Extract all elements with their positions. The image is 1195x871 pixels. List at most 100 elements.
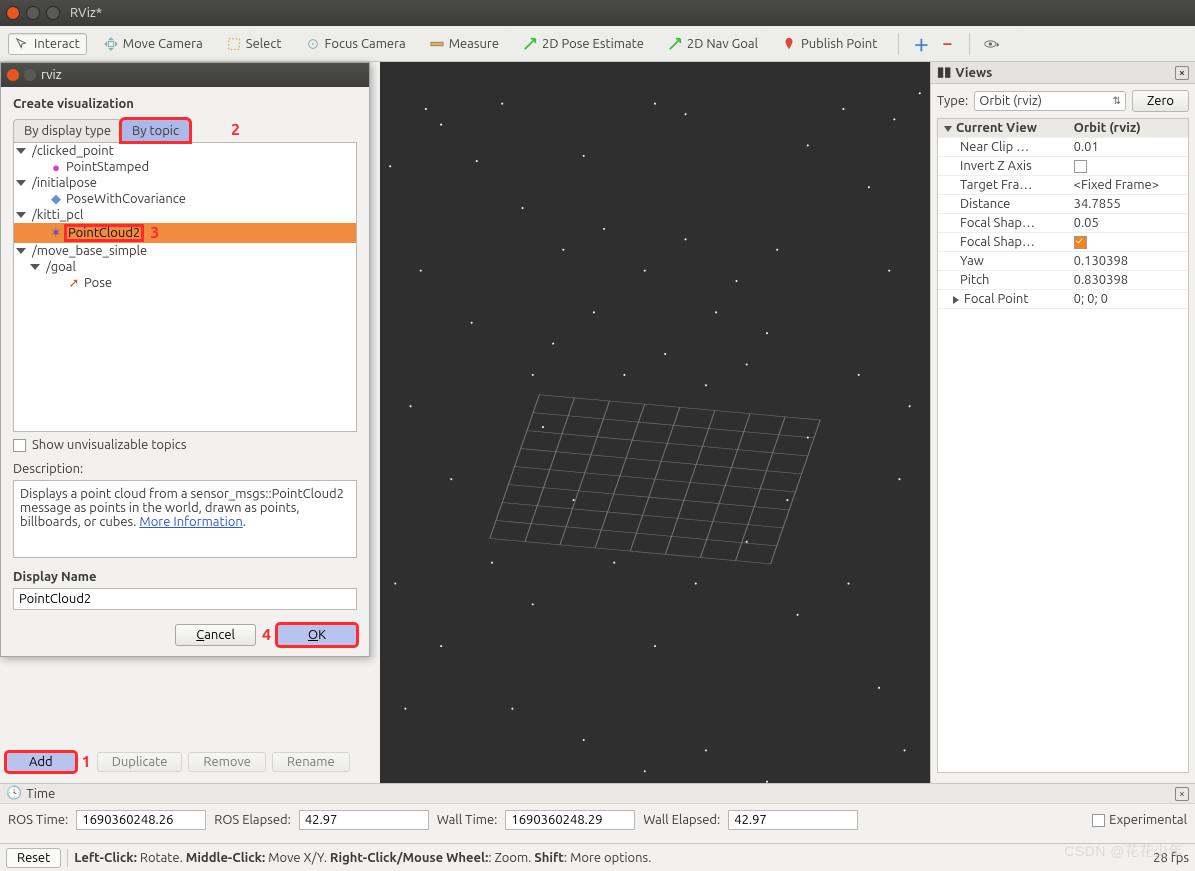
grip-icon: ▮▮ bbox=[937, 65, 951, 80]
arrow-red-icon: ➚ bbox=[68, 277, 80, 289]
tool-label: Measure bbox=[449, 37, 499, 51]
prop-key[interactable]: Focal Shap… bbox=[938, 233, 1068, 252]
tool-label: Focus Camera bbox=[325, 37, 406, 51]
experimental-checkbox[interactable] bbox=[1092, 814, 1105, 827]
rename-button[interactable]: Rename bbox=[272, 752, 350, 772]
tool-publish-point[interactable]: Publish Point bbox=[775, 33, 884, 55]
description-box: Displays a point cloud from a sensor_msg… bbox=[13, 480, 357, 558]
dialog-titlebar[interactable]: rviz bbox=[1, 63, 369, 87]
cancel-button[interactable]: CCancelancel bbox=[175, 624, 256, 646]
zero-button[interactable]: Zero bbox=[1132, 90, 1189, 112]
tool-2d-nav-goal[interactable]: 2D Nav Goal bbox=[661, 33, 765, 55]
checkbox[interactable] bbox=[1074, 236, 1087, 249]
toolbar-separator bbox=[898, 33, 899, 55]
prop-val[interactable]: 34.7855 bbox=[1068, 195, 1188, 214]
prop-key[interactable]: Target Fra… bbox=[938, 176, 1068, 195]
close-icon[interactable]: × bbox=[1175, 66, 1189, 80]
window-titlebar: RViz* bbox=[0, 0, 1195, 26]
tree-item[interactable]: /kitti_pcl bbox=[14, 207, 356, 223]
tree-item-pointcloud2[interactable]: ✶ PointCloud2 3 bbox=[14, 223, 356, 243]
close-icon[interactable]: × bbox=[1175, 787, 1189, 801]
tool-measure[interactable]: Measure bbox=[423, 33, 506, 55]
prop-val[interactable]: <Fixed Frame> bbox=[1068, 176, 1188, 195]
pin-icon bbox=[782, 37, 796, 51]
prop-key[interactable]: Focal Point bbox=[964, 292, 1028, 306]
ok-button[interactable]: OK bbox=[277, 624, 357, 646]
time-panel: 🕓 Time × ROS Time: ROS Elapsed: Wall Tim… bbox=[0, 783, 1195, 843]
3d-viewport[interactable] bbox=[380, 62, 930, 813]
remove-button[interactable]: Remove bbox=[188, 752, 266, 772]
tree-item[interactable]: ➚Pose bbox=[14, 275, 356, 291]
dialog-title: rviz bbox=[41, 68, 62, 82]
select-icon bbox=[227, 37, 241, 51]
prop-key[interactable]: Pitch bbox=[938, 271, 1068, 290]
duplicate-button[interactable]: Duplicate bbox=[97, 752, 183, 772]
views-panel: ▮▮ Views × Type: Orbit (rviz) ⇅ Zero Cur… bbox=[930, 62, 1195, 813]
tool-label: 2D Pose Estimate bbox=[542, 37, 644, 51]
diamond-icon: ◆ bbox=[50, 193, 62, 205]
displays-panel-buttons: Add 1 Duplicate Remove Rename bbox=[6, 752, 350, 772]
topic-tree[interactable]: /clicked_point ●PointStamped /initialpos… bbox=[13, 142, 357, 432]
remove-tool-icon[interactable]: – bbox=[939, 36, 955, 52]
tool-label: Interact bbox=[34, 37, 80, 51]
view-type-select[interactable]: Orbit (rviz) ⇅ bbox=[974, 91, 1126, 111]
tree-item[interactable]: /move_base_simple bbox=[14, 243, 356, 259]
prop-val[interactable]: 0.01 bbox=[1068, 138, 1188, 157]
move-icon bbox=[104, 37, 118, 51]
prop-val[interactable]: 0.130398 bbox=[1068, 252, 1188, 271]
ros-time-input[interactable] bbox=[76, 810, 206, 830]
prop-key[interactable]: Invert Z Axis bbox=[938, 157, 1068, 176]
window-maximize-icon[interactable] bbox=[46, 6, 60, 20]
tree-item[interactable]: /initialpose bbox=[14, 175, 356, 191]
more-info-link[interactable]: More Information bbox=[139, 515, 242, 529]
display-name-input[interactable] bbox=[13, 588, 357, 610]
show-unvisualizable-label: Show unvisualizable topics bbox=[32, 438, 186, 452]
visibility-dropdown-icon[interactable] bbox=[984, 36, 1000, 52]
tab-by-display-type[interactable]: By display type bbox=[13, 119, 122, 142]
prop-val[interactable]: 0.830398 bbox=[1068, 271, 1188, 290]
tree-item[interactable]: ●PointStamped bbox=[14, 159, 356, 175]
prop-key[interactable]: Yaw bbox=[938, 252, 1068, 271]
tree-item[interactable]: /clicked_point bbox=[14, 143, 356, 159]
clock-icon: 🕓 bbox=[6, 786, 22, 801]
window-title: RViz* bbox=[70, 6, 102, 20]
ros-time-label: ROS Time: bbox=[8, 813, 68, 827]
tree-item[interactable]: /goal bbox=[14, 259, 356, 275]
window-minimize-icon[interactable] bbox=[26, 6, 40, 20]
add-tool-icon[interactable]: ＋ bbox=[913, 36, 929, 52]
time-panel-title: Time bbox=[26, 787, 55, 801]
wall-elapsed-input[interactable] bbox=[728, 810, 858, 830]
wall-time-label: Wall Time: bbox=[437, 813, 498, 827]
prop-header-val: Orbit (rviz) bbox=[1068, 119, 1188, 138]
tree-item[interactable]: ◆PoseWithCovariance bbox=[14, 191, 356, 207]
window-close-icon[interactable] bbox=[6, 6, 20, 20]
dialog-close-icon[interactable] bbox=[7, 69, 19, 81]
ros-elapsed-input[interactable] bbox=[299, 810, 429, 830]
cursor-icon bbox=[15, 37, 29, 51]
wall-time-input[interactable] bbox=[505, 810, 635, 830]
arrow-green-icon bbox=[523, 37, 537, 51]
tool-label: Select bbox=[246, 37, 282, 51]
tool-interact[interactable]: Interact bbox=[8, 33, 87, 55]
prop-key[interactable]: Near Clip … bbox=[938, 138, 1068, 157]
add-button[interactable]: Add bbox=[6, 752, 76, 772]
tool-move-camera[interactable]: Move Camera bbox=[97, 33, 210, 55]
focus-icon bbox=[306, 37, 320, 51]
tool-focus-camera[interactable]: Focus Camera bbox=[299, 33, 413, 55]
tab-by-topic[interactable]: By topic bbox=[121, 119, 190, 142]
prop-val[interactable]: 0.05 bbox=[1068, 214, 1188, 233]
reset-button[interactable]: Reset bbox=[6, 848, 61, 868]
show-unvisualizable-checkbox[interactable] bbox=[13, 439, 26, 452]
tool-select[interactable]: Select bbox=[220, 33, 289, 55]
panel-title: Views bbox=[955, 66, 992, 80]
checkbox[interactable] bbox=[1074, 160, 1087, 173]
prop-val[interactable]: 0; 0; 0 bbox=[1068, 290, 1188, 309]
view-properties-tree[interactable]: Current ViewOrbit (rviz) Near Clip …0.01… bbox=[937, 118, 1189, 773]
prop-key[interactable]: Distance bbox=[938, 195, 1068, 214]
tool-label: Move Camera bbox=[123, 37, 203, 51]
dialog-minimize-icon[interactable] bbox=[24, 69, 36, 81]
arrow-green-icon bbox=[668, 37, 682, 51]
tool-2d-pose-estimate[interactable]: 2D Pose Estimate bbox=[516, 33, 651, 55]
prop-key[interactable]: Focal Shap… bbox=[938, 214, 1068, 233]
ros-elapsed-label: ROS Elapsed: bbox=[214, 813, 291, 827]
